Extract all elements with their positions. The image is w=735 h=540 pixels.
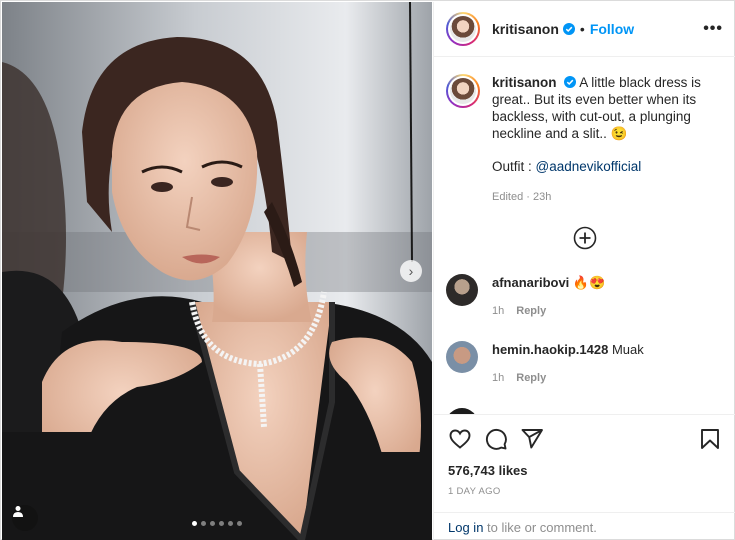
- separator-dot: •: [579, 21, 585, 37]
- comment-time: 1h: [492, 372, 505, 384]
- likes-count[interactable]: 576,743 likes: [448, 463, 722, 478]
- commenter-avatar[interactable]: [446, 341, 478, 373]
- caption: kritisanon A little black dress is great…: [446, 74, 724, 206]
- user-icon: [13, 506, 23, 517]
- comment-text: Muak: [611, 342, 644, 357]
- caption-meta: Edited · 23h: [492, 191, 552, 203]
- comment-username[interactable]: hemin.haokip.1428: [492, 342, 608, 357]
- login-prompt: Log in to like or comment.: [434, 512, 735, 535]
- comment-item: hemin.haokip.1428 Muak 1h Reply: [446, 341, 726, 387]
- photo-illustration: [2, 2, 432, 540]
- bookmark-icon[interactable]: [698, 427, 722, 451]
- load-more-comments-icon[interactable]: [573, 226, 597, 250]
- reply-button[interactable]: Reply: [516, 372, 546, 384]
- heart-icon[interactable]: [448, 427, 472, 451]
- carousel-dot: [201, 521, 206, 526]
- post-actions: 576,743 likes 1 DAY AGO: [434, 414, 735, 497]
- comment-icon[interactable]: [484, 427, 508, 451]
- tagged-users-button[interactable]: [12, 505, 38, 531]
- post-date: 1 DAY AGO: [448, 486, 501, 497]
- commenter-avatar[interactable]: [446, 274, 478, 306]
- verified-badge-icon: [562, 23, 575, 35]
- post-header: kritisanon • Follow •••: [434, 2, 735, 57]
- comments-section: kritisanon A little black dress is great…: [434, 58, 735, 414]
- avatar[interactable]: [446, 12, 480, 46]
- carousel-dot: [237, 521, 242, 526]
- verified-badge-icon: [564, 76, 577, 88]
- outfit-label: Outfit :: [492, 159, 536, 174]
- login-prompt-text: to like or comment.: [483, 520, 597, 535]
- header-username[interactable]: kritisanon: [492, 21, 559, 37]
- post-modal: › kritisanon • Follow ••• kritisanon A l…: [0, 0, 735, 540]
- comment-item: afnanaribovi 🔥😍 1h Reply: [446, 274, 726, 320]
- caption-username[interactable]: kritisanon: [492, 75, 557, 90]
- carousel-indicator: [192, 521, 242, 526]
- more-options-icon[interactable]: •••: [703, 20, 723, 38]
- comment-time: 1h: [492, 305, 505, 317]
- post-sidebar: kritisanon • Follow ••• kritisanon A lit…: [433, 2, 735, 540]
- post-photo[interactable]: ›: [2, 2, 432, 540]
- comment-text: 🔥😍: [572, 275, 606, 290]
- login-link[interactable]: Log in: [448, 520, 483, 535]
- carousel-dot: [210, 521, 215, 526]
- caption-avatar[interactable]: [446, 74, 480, 108]
- follow-button[interactable]: Follow: [590, 21, 634, 37]
- carousel-next-button[interactable]: ›: [400, 260, 422, 282]
- share-icon[interactable]: [520, 427, 544, 451]
- caption-body: kritisanon A little black dress is great…: [492, 74, 724, 206]
- chevron-right-icon: ›: [408, 263, 414, 279]
- carousel-dot: [228, 521, 233, 526]
- comment-username[interactable]: afnanaribovi: [492, 275, 569, 290]
- outfit-handle-link[interactable]: @aadnevikofficial: [536, 159, 642, 174]
- carousel-dot-active: [192, 521, 197, 526]
- carousel-dot: [219, 521, 224, 526]
- reply-button[interactable]: Reply: [516, 305, 546, 317]
